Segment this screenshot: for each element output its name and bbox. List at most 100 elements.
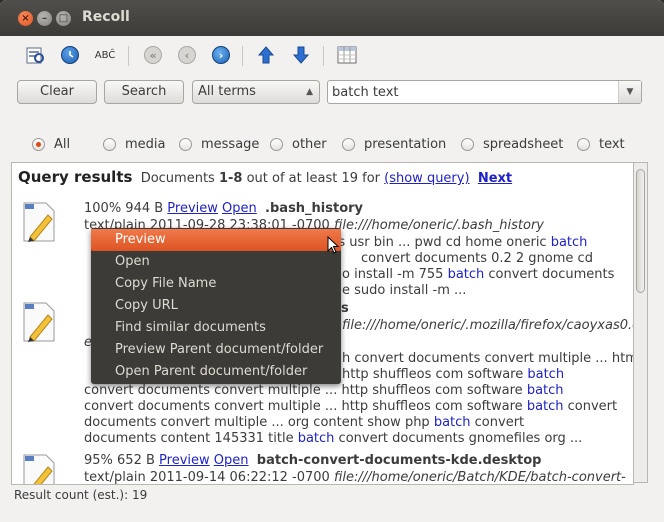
filter-all[interactable]: All <box>32 134 70 154</box>
filter-other[interactable]: other <box>270 134 327 154</box>
result-2-snippet: convert documents convert multiple ... h… <box>84 399 617 414</box>
radio-icon <box>270 137 283 151</box>
radio-icon <box>179 137 192 151</box>
mouse-cursor-icon <box>327 236 340 254</box>
text-document-icon <box>23 202 55 242</box>
history-dropdown-icon[interactable]: ▼ <box>618 81 641 103</box>
result-1-snippet: e sudo install -m ... <box>342 283 466 298</box>
table-view-icon[interactable] <box>334 42 360 68</box>
result-1-header: 100% 944 B Preview Open .bash_history <box>84 201 363 216</box>
menu-item-open-parent[interactable]: Open Parent document/folder <box>91 361 341 383</box>
results-heading: Query results <box>18 168 133 186</box>
toolbar-separator <box>323 46 324 66</box>
first-page-icon[interactable]: « <box>140 42 166 68</box>
snippet-text: convert <box>470 415 525 430</box>
menu-item-copy-file-name[interactable]: Copy File Name <box>91 273 341 295</box>
result-url: file:///home/oneric/Batch/KDE/batch-conv… <box>333 470 626 485</box>
results-summary-suffix: out of at least 19 for <box>242 171 385 186</box>
snippet-text: convert documents convert multiple ... h… <box>84 383 527 398</box>
radio-icon <box>103 137 116 151</box>
snippet-hit: batch <box>550 235 588 250</box>
minimize-icon[interactable]: – <box>37 11 52 26</box>
sort-up-icon[interactable] <box>253 42 279 68</box>
menu-item-copy-url[interactable]: Copy URL <box>91 295 341 317</box>
snippet-text: e sudo install -m ... <box>342 283 467 298</box>
result-3-path: text/plain 2011-09-14 06:22:12 -0700 fil… <box>84 470 626 485</box>
status-bar: Result count (est.): 19 <box>14 488 148 502</box>
result-meta: 95% 652 B <box>84 453 160 468</box>
preview-link[interactable]: Preview <box>167 201 218 216</box>
show-query-link[interactable]: (show query) <box>384 171 469 186</box>
snippet-text: convert documents convert multiple ... h… <box>84 399 527 414</box>
search-tool-icon[interactable] <box>22 42 48 68</box>
filter-presentation[interactable]: presentation <box>342 134 446 154</box>
history-icon[interactable] <box>57 42 83 68</box>
toolbar-separator <box>128 46 129 66</box>
menu-item-preview-parent[interactable]: Preview Parent document/folder <box>91 339 341 361</box>
result-1-snippet: convert documents 0.2 2 gnome cd <box>361 251 593 266</box>
search-button[interactable]: Search <box>104 80 184 104</box>
text-document-icon <box>23 302 55 342</box>
result-mime: text/plain 2011-09-14 06:22:12 -0700 <box>84 470 334 485</box>
filter-media[interactable]: media <box>103 134 166 154</box>
result-url: file:///home/oneric/.mozilla/firefox/cao… <box>342 318 634 333</box>
menu-item-preview[interactable]: Preview <box>91 229 341 251</box>
toolbar: ABĈ « ‹ › <box>0 36 664 74</box>
window-title: Recoll <box>82 9 130 25</box>
result-2-snippet: http shuffleos com software batch <box>342 367 564 382</box>
preview-link[interactable]: Preview <box>159 453 210 468</box>
scrollbar-thumb[interactable] <box>636 169 645 293</box>
snippet-text: convert documents 0.2 2 gnome cd <box>361 251 593 266</box>
result-1-snippet: nts usr bin ... pwd cd home oneric batch <box>325 235 587 250</box>
snippet-text: h convert documents convert multiple ...… <box>342 351 634 366</box>
filter-label: presentation <box>364 136 447 152</box>
result-2-snippet: documents content 145331 title batch con… <box>84 431 582 446</box>
radio-icon <box>342 137 355 151</box>
maximize-icon[interactable]: □ <box>56 11 71 26</box>
snippet-hit: batch <box>297 431 335 446</box>
toolbar-separator <box>242 46 243 66</box>
terms-select-value: All terms <box>198 84 256 99</box>
result-2-snippet: h convert documents convert multiple ...… <box>342 351 634 366</box>
previous-page-icon[interactable]: ‹ <box>174 42 200 68</box>
results-range: 1-8 <box>218 171 243 186</box>
recoll-window: × – □ Recoll ABĈ « ‹ › Clear Search All … <box>0 0 664 522</box>
results-scrollbar[interactable] <box>633 162 648 483</box>
spelling-icon[interactable]: ABĈ <box>92 42 118 68</box>
result-2-header: s <box>341 301 349 316</box>
close-icon[interactable]: × <box>18 11 33 26</box>
result-3-header: 95% 652 B Preview Open batch-convert-doc… <box>84 453 541 468</box>
next-page-link[interactable]: Next <box>478 171 512 186</box>
menu-item-open[interactable]: Open <box>91 251 341 273</box>
radio-icon <box>461 137 474 151</box>
filter-label: All <box>54 136 71 152</box>
clear-button[interactable]: Clear <box>17 80 97 104</box>
query-input[interactable] <box>332 83 612 101</box>
open-link[interactable]: Open <box>214 453 249 468</box>
result-1-snippet: o install -m 755 batch convert documents <box>342 267 614 282</box>
sort-down-icon[interactable] <box>288 42 314 68</box>
filter-text[interactable]: text <box>577 134 625 154</box>
filter-spreadsheet[interactable]: spreadsheet <box>461 134 563 154</box>
results-summary: Documents <box>140 171 219 186</box>
query-field[interactable]: ▼ <box>327 80 642 104</box>
snippet-text: documents convert multiple ... org conte… <box>84 415 434 430</box>
result-2-snippet: documents convert multiple ... org conte… <box>84 415 524 430</box>
snippet-hit: batch <box>526 383 564 398</box>
menu-item-find-similar[interactable]: Find similar documents <box>91 317 341 339</box>
filter-radio-group: All media message other presentation spr… <box>0 134 664 154</box>
result-2-path: file:///home/oneric/.mozilla/firefox/cao… <box>342 318 634 333</box>
open-link[interactable]: Open <box>222 201 257 216</box>
result-meta: 100% 944 B <box>84 201 168 216</box>
snippet-hit: batch <box>433 415 471 430</box>
snippet-hit: batch <box>447 267 485 282</box>
spelling-icon-text: ABĈ <box>94 49 116 61</box>
filter-message[interactable]: message <box>179 134 259 154</box>
chevron-down-icon: ▲ <box>306 87 313 97</box>
result-2-snippet: convert documents convert multiple ... h… <box>84 383 564 398</box>
filter-label: text <box>599 136 625 152</box>
snippet-text: nts usr bin ... pwd cd home oneric <box>325 235 551 250</box>
terms-select[interactable]: All terms ▲ <box>192 80 320 104</box>
snippet-text: o install -m 755 <box>342 267 448 282</box>
next-page-icon[interactable]: › <box>208 42 234 68</box>
